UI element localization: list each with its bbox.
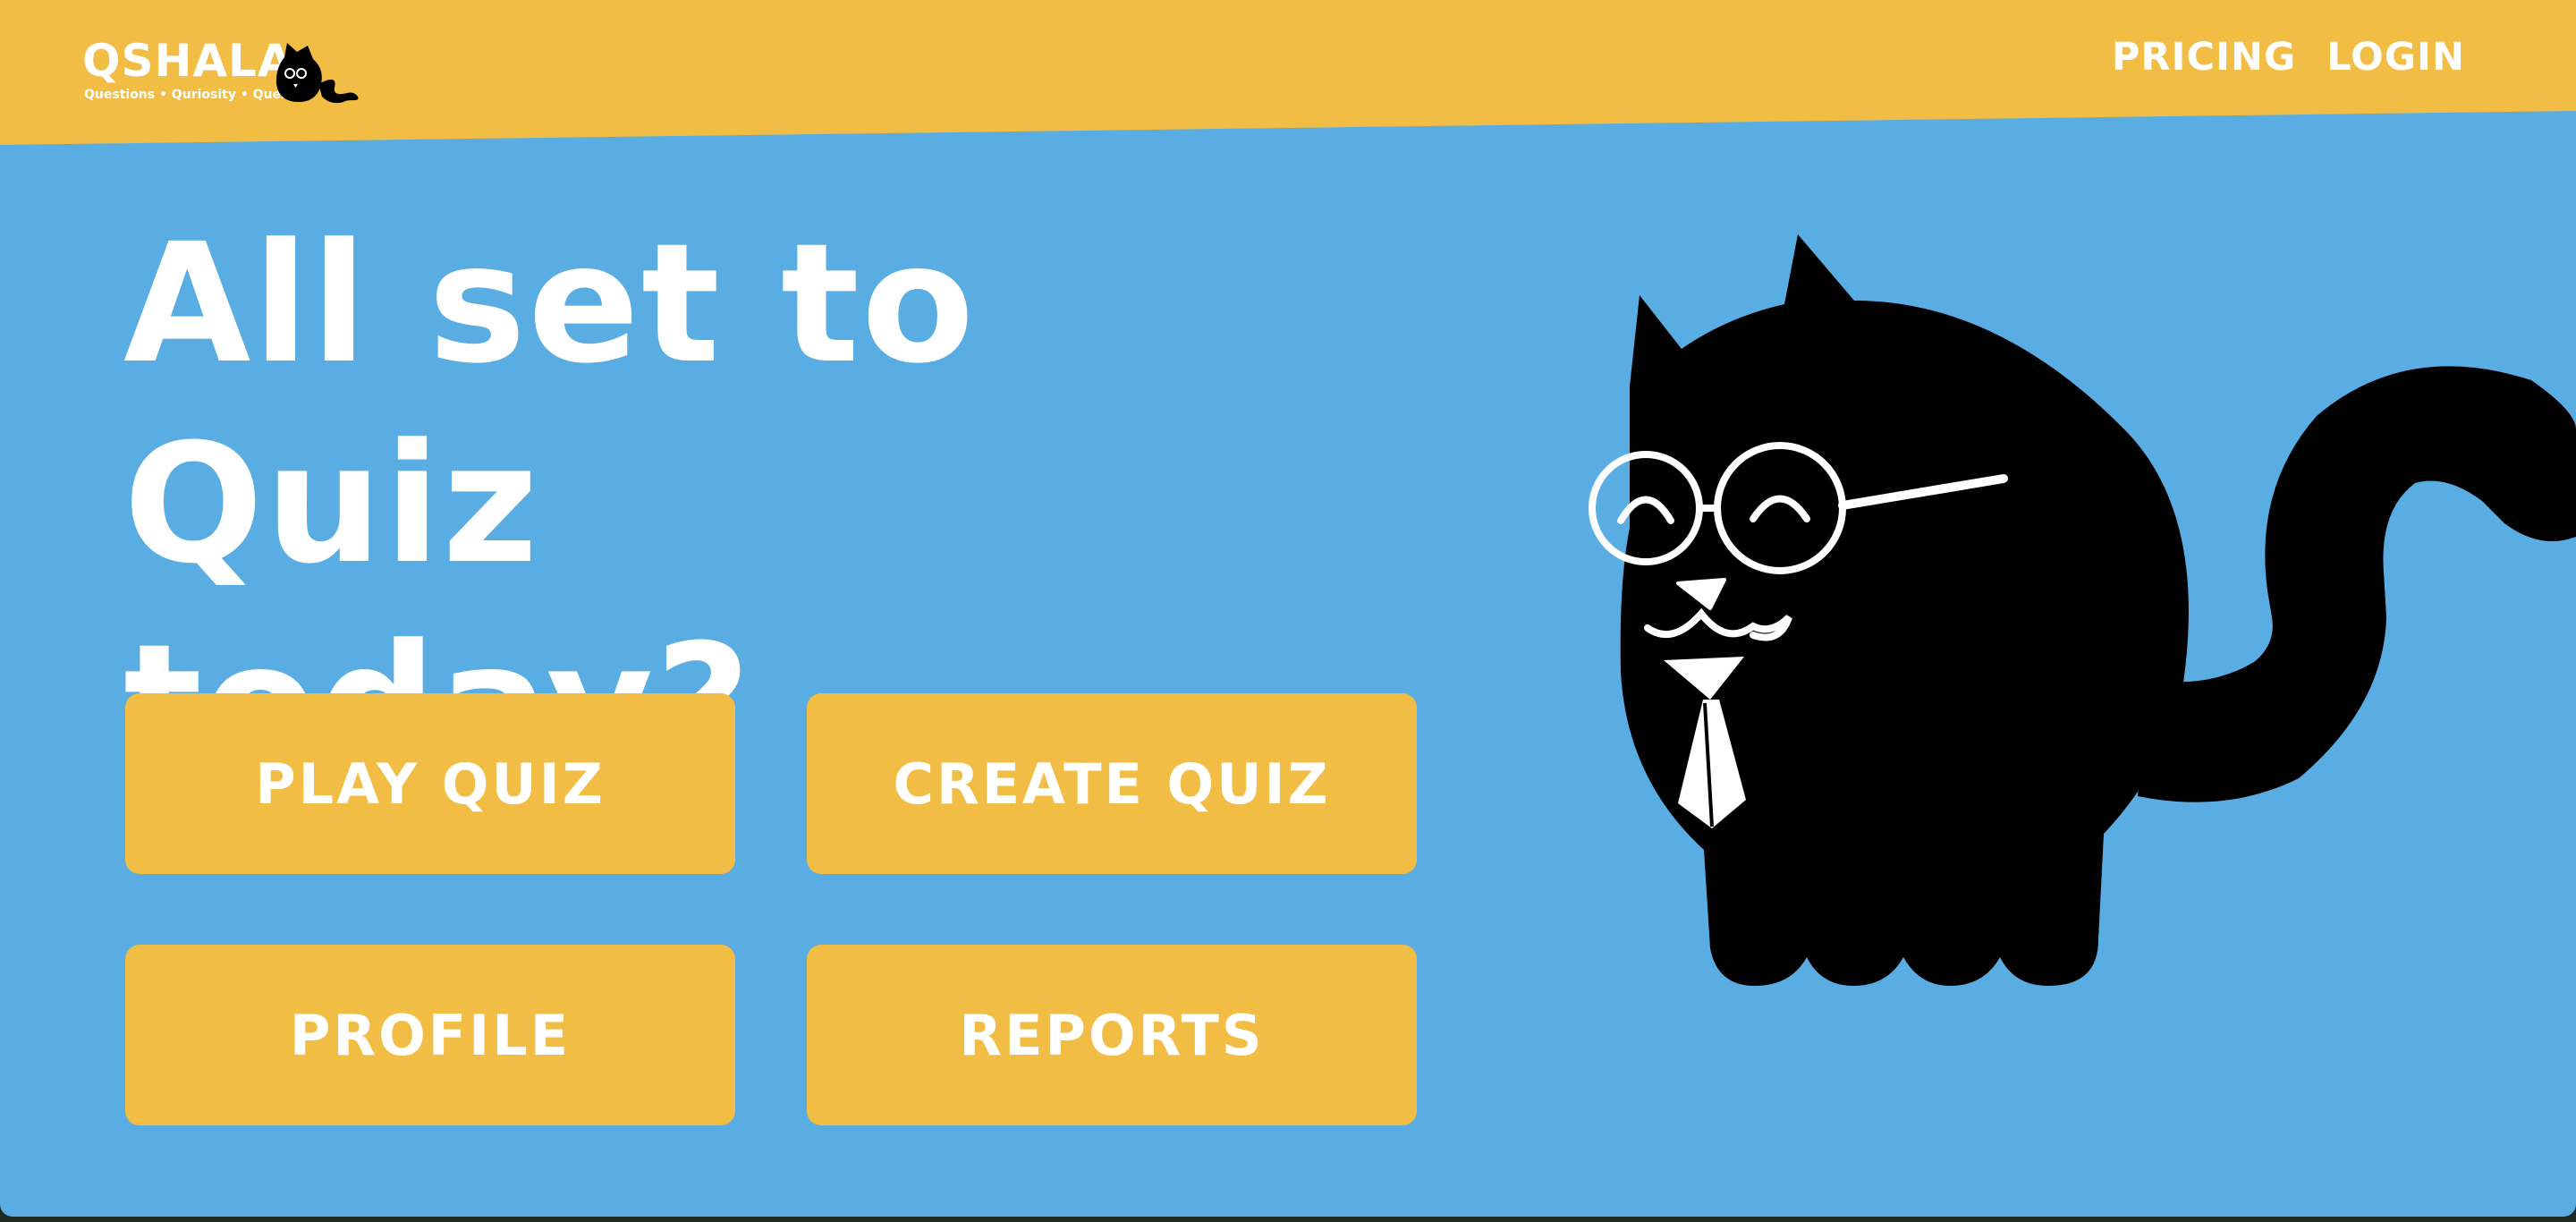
logo-wordmark: QSHALA: [82, 35, 293, 87]
nav-login-link[interactable]: LOGIN: [2326, 34, 2465, 81]
cat-logo-icon: [275, 43, 359, 104]
profile-button[interactable]: PROFILE: [125, 945, 735, 1125]
cat-with-glasses-and-tie-illustration: [1589, 234, 2576, 986]
top-nav: PRICING LOGIN: [2112, 34, 2465, 81]
play-quiz-button[interactable]: PLAY QUIZ: [125, 693, 735, 874]
logo[interactable]: QSHALA Questions • Quriosity • Quests: [82, 34, 369, 106]
nav-pricing-link[interactable]: PRICING: [2112, 34, 2296, 81]
hero-headline-line-1: All set to Quiz: [123, 208, 977, 600]
create-quiz-button[interactable]: CREATE QUIZ: [807, 693, 1417, 874]
reports-button[interactable]: REPORTS: [807, 945, 1417, 1125]
home-page: QSHALA Questions • Quriosity • Quests PR…: [0, 0, 2576, 1217]
